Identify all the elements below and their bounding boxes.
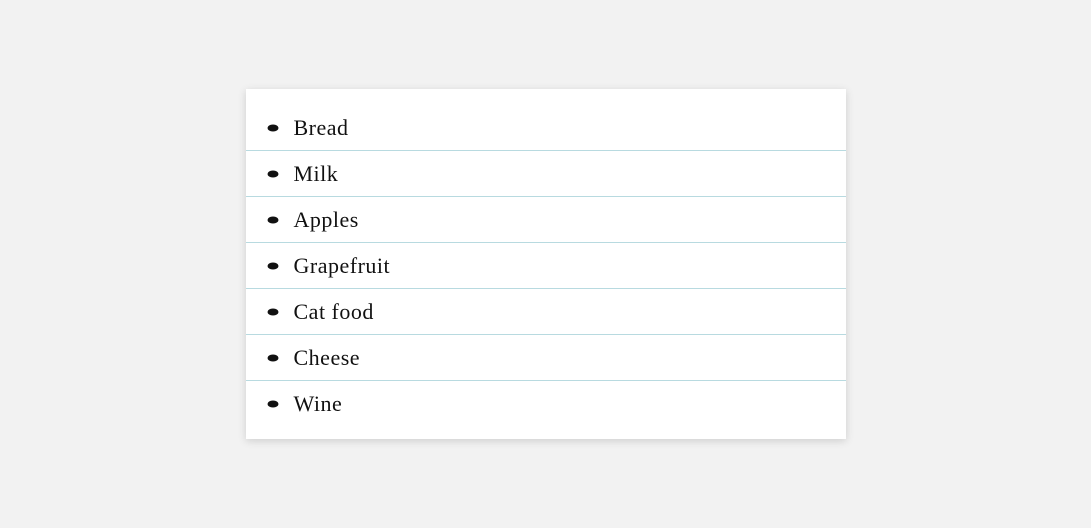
bullet-icon (266, 121, 280, 135)
list-item: Cheese (246, 335, 846, 381)
list-item: Apples (246, 197, 846, 243)
list-item: Wine (246, 381, 846, 439)
bullet-icon (266, 167, 280, 181)
list-item: Cat food (246, 289, 846, 335)
list-item-label: Cat food (294, 299, 374, 325)
list-item: Grapefruit (246, 243, 846, 289)
bullet-icon (266, 397, 280, 411)
list-item-label: Grapefruit (294, 253, 391, 279)
list-item: Milk (246, 151, 846, 197)
bullet-icon (266, 213, 280, 227)
list-item-label: Bread (294, 115, 349, 141)
list-item-label: Milk (294, 161, 339, 187)
list-item-label: Cheese (294, 345, 361, 371)
notepad-card: Bread Milk Apples Grapefruit Cat food (246, 89, 846, 439)
bullet-icon (266, 259, 280, 273)
list-item-label: Apples (294, 207, 359, 233)
shopping-list: Bread Milk Apples Grapefruit Cat food (246, 89, 846, 439)
bullet-icon (266, 305, 280, 319)
list-item-label: Wine (294, 391, 343, 417)
list-item: Bread (246, 89, 846, 151)
bullet-icon (266, 351, 280, 365)
